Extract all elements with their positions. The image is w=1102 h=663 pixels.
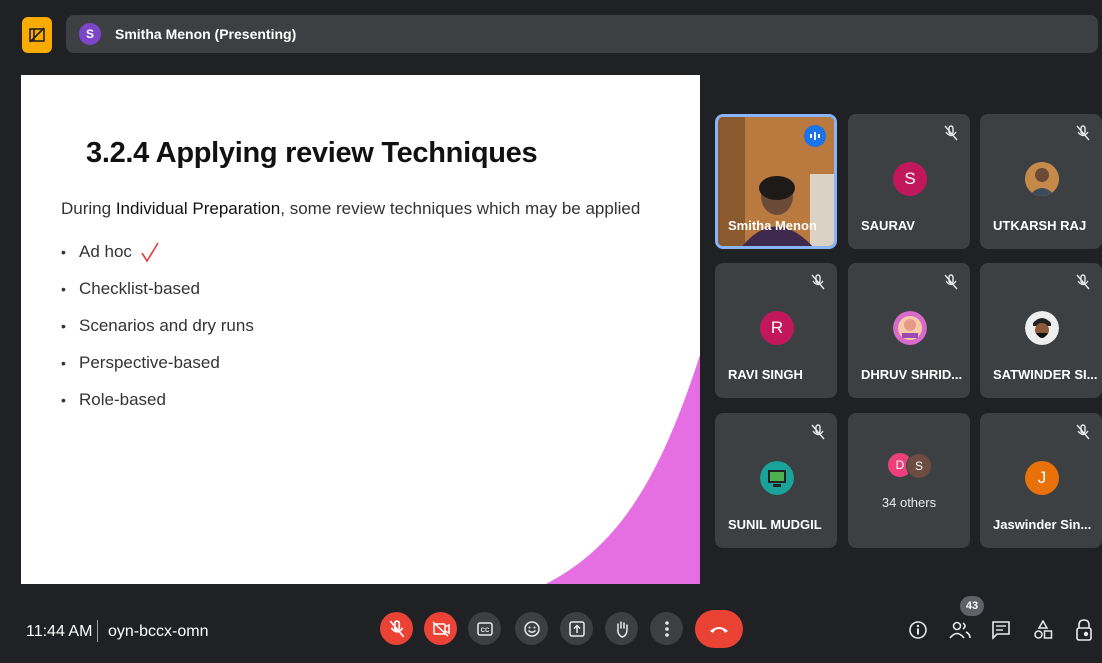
present-screen-button[interactable] — [560, 612, 593, 645]
participant-name: SUNIL MUDGIL — [728, 517, 822, 532]
mic-off-icon — [942, 124, 960, 142]
raise-hand-button[interactable] — [605, 612, 638, 645]
people-icon — [949, 621, 971, 639]
meeting-details-button[interactable] — [905, 617, 931, 643]
layout-icon — [29, 27, 45, 43]
participant-name: DHRUV SHRID... — [861, 367, 963, 382]
participant-tile-saurav[interactable]: S SAURAV — [848, 114, 970, 249]
others-avatar: S — [906, 453, 932, 479]
bullet-item: • Scenarios and dry runs — [61, 315, 254, 335]
top-bar: S Smitha Menon (Presenting) — [0, 0, 1102, 68]
mic-off-icon — [389, 619, 404, 637]
participant-avatar — [760, 461, 794, 495]
intro-highlight: Individual Preparation — [115, 199, 281, 218]
slide-title: 3.2.4 Applying review Techniques — [86, 137, 538, 169]
info-icon — [909, 621, 927, 639]
slide-intro: During Individual Preparation, some revi… — [61, 199, 641, 218]
participant-tile-satwinder[interactable]: SATWINDER SI... — [980, 263, 1102, 398]
participant-tile-ravi-singh[interactable]: R RAVI SINGH — [715, 263, 837, 398]
participant-tile-others[interactable]: D S 34 others — [848, 413, 970, 548]
participant-avatar: J — [1025, 461, 1059, 495]
host-controls-button[interactable] — [1071, 617, 1097, 643]
hang-up-icon — [710, 627, 728, 633]
participant-tile-dhruv[interactable]: DHRUV SHRID... — [848, 263, 970, 398]
participant-tile-sunil-mudgil[interactable]: SUNIL MUDGIL — [715, 413, 837, 548]
participant-name: UTKARSH RAJ — [993, 218, 1087, 233]
bullet-item: • Role-based — [61, 389, 166, 409]
participant-avatar — [893, 311, 927, 345]
emoji-icon — [523, 620, 540, 637]
closed-captions-icon: CC — [476, 621, 493, 636]
more-vert-icon — [664, 620, 669, 637]
presenter-banner[interactable]: S Smitha Menon (Presenting) — [66, 15, 1098, 53]
bullet-item: • Checklist-based — [61, 278, 200, 298]
participant-avatar: S — [893, 162, 927, 196]
speaking-indicator-icon — [804, 125, 826, 147]
reactions-button[interactable] — [515, 612, 548, 645]
bullet-item: • Ad hoc — [61, 233, 254, 270]
others-count-label: 34 others — [881, 495, 937, 510]
mic-off-icon — [809, 423, 827, 441]
participant-name: Smitha Menon — [728, 218, 817, 233]
participant-avatar: R — [760, 311, 794, 345]
slide-bullets: • Ad hoc • Checklist-based • Scenarios and … — [61, 233, 254, 418]
participant-avatar — [1025, 311, 1059, 345]
presentation-slide: 3.2.4 Applying review Techniques During … — [21, 75, 700, 584]
hand-icon — [616, 620, 628, 638]
presenter-label: Smitha Menon (Presenting) — [115, 26, 297, 42]
clock-time: 11:44 AM — [26, 623, 93, 640]
presenter-avatar: S — [79, 23, 101, 45]
meeting-code: oyn-bccx-omn — [108, 623, 209, 640]
participant-name: SAURAV — [861, 218, 915, 233]
chat-icon — [992, 621, 1010, 640]
participant-tile-smitha-menon[interactable]: Smitha Menon — [715, 114, 837, 249]
mic-off-icon — [942, 273, 960, 291]
mic-off-icon — [1074, 124, 1092, 142]
participant-count-badge: 43 — [960, 596, 984, 616]
chat-button[interactable] — [988, 617, 1014, 643]
mic-off-icon — [809, 273, 827, 291]
lock-person-icon — [1076, 619, 1092, 641]
bottom-bar: 11:44 AM oyn-bccx-omn CC — [0, 590, 1102, 663]
activities-button[interactable] — [1030, 617, 1056, 643]
more-options-button[interactable] — [650, 612, 683, 645]
camera-toggle-button[interactable] — [424, 612, 457, 645]
mic-off-icon — [1074, 273, 1092, 291]
bullet-item: • Perspective-based — [61, 352, 220, 372]
mic-toggle-button[interactable] — [380, 612, 413, 645]
present-screen-icon — [568, 620, 585, 637]
checkmark-annotation-icon — [141, 242, 159, 263]
participant-tile-utkarsh-raj[interactable]: UTKARSH RAJ — [980, 114, 1102, 249]
participant-avatar — [1025, 162, 1059, 196]
captions-button[interactable]: CC — [468, 612, 501, 645]
participant-name: RAVI SINGH — [728, 367, 803, 382]
participant-tile-jaswinder[interactable]: J Jaswinder Sin... — [980, 413, 1102, 548]
leave-call-button[interactable] — [695, 610, 743, 648]
svg-text:CC: CC — [480, 628, 489, 634]
mic-off-icon — [1074, 423, 1092, 441]
people-button[interactable] — [947, 617, 973, 643]
participant-name: SATWINDER SI... — [993, 367, 1098, 382]
camera-off-icon — [431, 620, 450, 637]
divider — [97, 620, 98, 642]
activities-icon — [1034, 620, 1053, 639]
layout-toggle-button[interactable] — [22, 17, 52, 53]
participant-name: Jaswinder Sin... — [993, 517, 1092, 532]
